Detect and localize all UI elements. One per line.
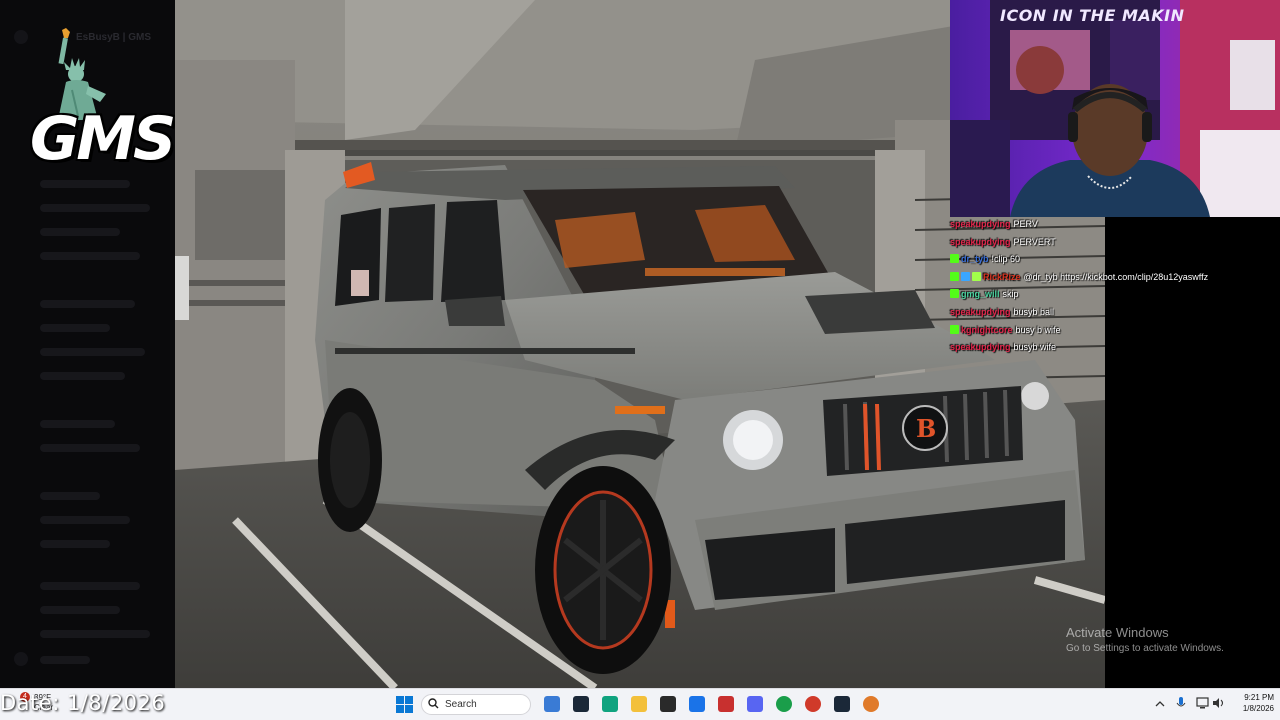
network-icon[interactable] [1196, 697, 1209, 709]
chat-username[interactable]: speakupdying [950, 307, 1011, 317]
volume-icon[interactable] [1212, 697, 1226, 709]
chat-username[interactable]: speakupdying [950, 237, 1011, 247]
chat-overlay: speakupdying PERV speakupdying PERVERT dr_ty… [950, 216, 1280, 357]
channel-item[interactable] [40, 582, 140, 590]
activate-windows-watermark: Activate Windows Go to Settings to activ… [1066, 625, 1224, 654]
chat-username[interactable]: dr_tyb [961, 254, 989, 264]
chat-badge-icon [950, 289, 959, 299]
microphone-icon[interactable] [1176, 697, 1186, 710]
chat-badge-icon [961, 271, 970, 281]
chat-badge-icon [950, 254, 959, 264]
channel-item[interactable] [40, 492, 100, 500]
watermark-subtitle: Go to Settings to activate Windows. [1066, 643, 1224, 654]
steam-icon[interactable] [573, 696, 589, 712]
channel-item[interactable] [40, 444, 140, 452]
channel-item[interactable] [40, 204, 150, 212]
chat-message: RickRize @dr_tyb https://kickbot.com/clip… [950, 269, 1280, 287]
search-label: Search [445, 699, 477, 710]
chat-badge-icon [950, 324, 959, 334]
widgets-icon[interactable] [544, 696, 560, 712]
user-name [40, 656, 90, 664]
chatgpt-icon[interactable] [602, 696, 618, 712]
stream-screen: EsBusyB | GMS GMS B ICON IN THE MAKIN sp… [0, 0, 1280, 720]
channel-item[interactable] [40, 324, 110, 332]
clock-date: 1/8/2026 [1242, 704, 1274, 713]
channel-item[interactable] [40, 180, 130, 188]
date-overlay: Date: 1/8/2026 [0, 691, 166, 715]
chat-username[interactable]: kgnightcore [961, 325, 1013, 335]
watermark-title: Activate Windows [1066, 625, 1169, 640]
chat-text: skip [1002, 289, 1019, 300]
tray-clock[interactable]: 9:21 PM 1/8/2026 [1234, 692, 1274, 714]
chat-message: gmg_will skip [950, 286, 1280, 304]
webcam-banner: ICON IN THE MAKIN [1000, 6, 1185, 25]
streamer-cam-image [950, 0, 1280, 217]
steam-alt-icon[interactable] [834, 696, 850, 712]
chrome-alt-icon[interactable] [863, 696, 879, 712]
chat-text: PERV [1013, 219, 1038, 229]
chat-message: speakupdying PERVERT [950, 234, 1280, 252]
chat-message: kgnightcore busy b wife [950, 322, 1280, 340]
chat-text: @dr_tyb https://kickbot.com/clip/28u12ya… [1023, 271, 1209, 282]
channel-item[interactable] [40, 516, 130, 524]
chat-username[interactable]: speakupdying [950, 219, 1011, 229]
office-icon[interactable] [718, 696, 734, 712]
channel-item[interactable] [40, 540, 110, 548]
chevron-up-icon[interactable] [1155, 699, 1165, 709]
app-icon[interactable] [689, 696, 705, 712]
webcam-feed: ICON IN THE MAKIN [950, 0, 1280, 217]
clock-time: 9:21 PM [1244, 693, 1274, 702]
search-icon [428, 698, 439, 709]
channel-item[interactable] [40, 252, 140, 260]
chat-badge-icon [972, 271, 981, 281]
chat-message: speakupdying PERV [950, 216, 1280, 234]
chat-message: speakupdying busyb wife [950, 339, 1280, 357]
epic-games-icon[interactable] [660, 696, 676, 712]
channel-item[interactable] [40, 228, 120, 236]
discord-sidebar: EsBusyB | GMS GMS [0, 0, 176, 688]
chat-text: PERVERT [1013, 236, 1056, 247]
user-avatar[interactable] [14, 652, 28, 666]
gms-logo-text: GMS [30, 104, 176, 174]
chat-username[interactable]: speakupdying [950, 342, 1011, 352]
channel-item[interactable] [40, 606, 120, 614]
channel-item[interactable] [40, 348, 145, 356]
chat-message: dr_tyb !clip 60 [950, 251, 1280, 269]
channel-item[interactable] [40, 300, 135, 308]
chat-text: !clip 60 [991, 254, 1021, 265]
discord-icon[interactable] [747, 696, 763, 712]
chat-message: speakupdying busyb ball [950, 304, 1280, 322]
chat-text: busy b wife [1015, 324, 1061, 335]
chat-text: busyb wife [1013, 342, 1057, 353]
channel-item[interactable] [40, 372, 125, 380]
chat-username[interactable]: RickRize [983, 272, 1021, 282]
channel-item[interactable] [40, 420, 115, 428]
chat-username[interactable]: gmg_will [961, 289, 1000, 299]
game-icon[interactable] [805, 696, 821, 712]
windows-start-icon[interactable] [396, 696, 413, 713]
channel-item[interactable] [40, 630, 150, 638]
svg-text:B: B [916, 414, 936, 443]
file-explorer-icon[interactable] [631, 696, 647, 712]
chat-text: busyb ball [1013, 306, 1055, 317]
server-icon[interactable] [14, 30, 28, 44]
chat-badge-icon [950, 271, 959, 281]
chrome-icon[interactable] [776, 696, 792, 712]
